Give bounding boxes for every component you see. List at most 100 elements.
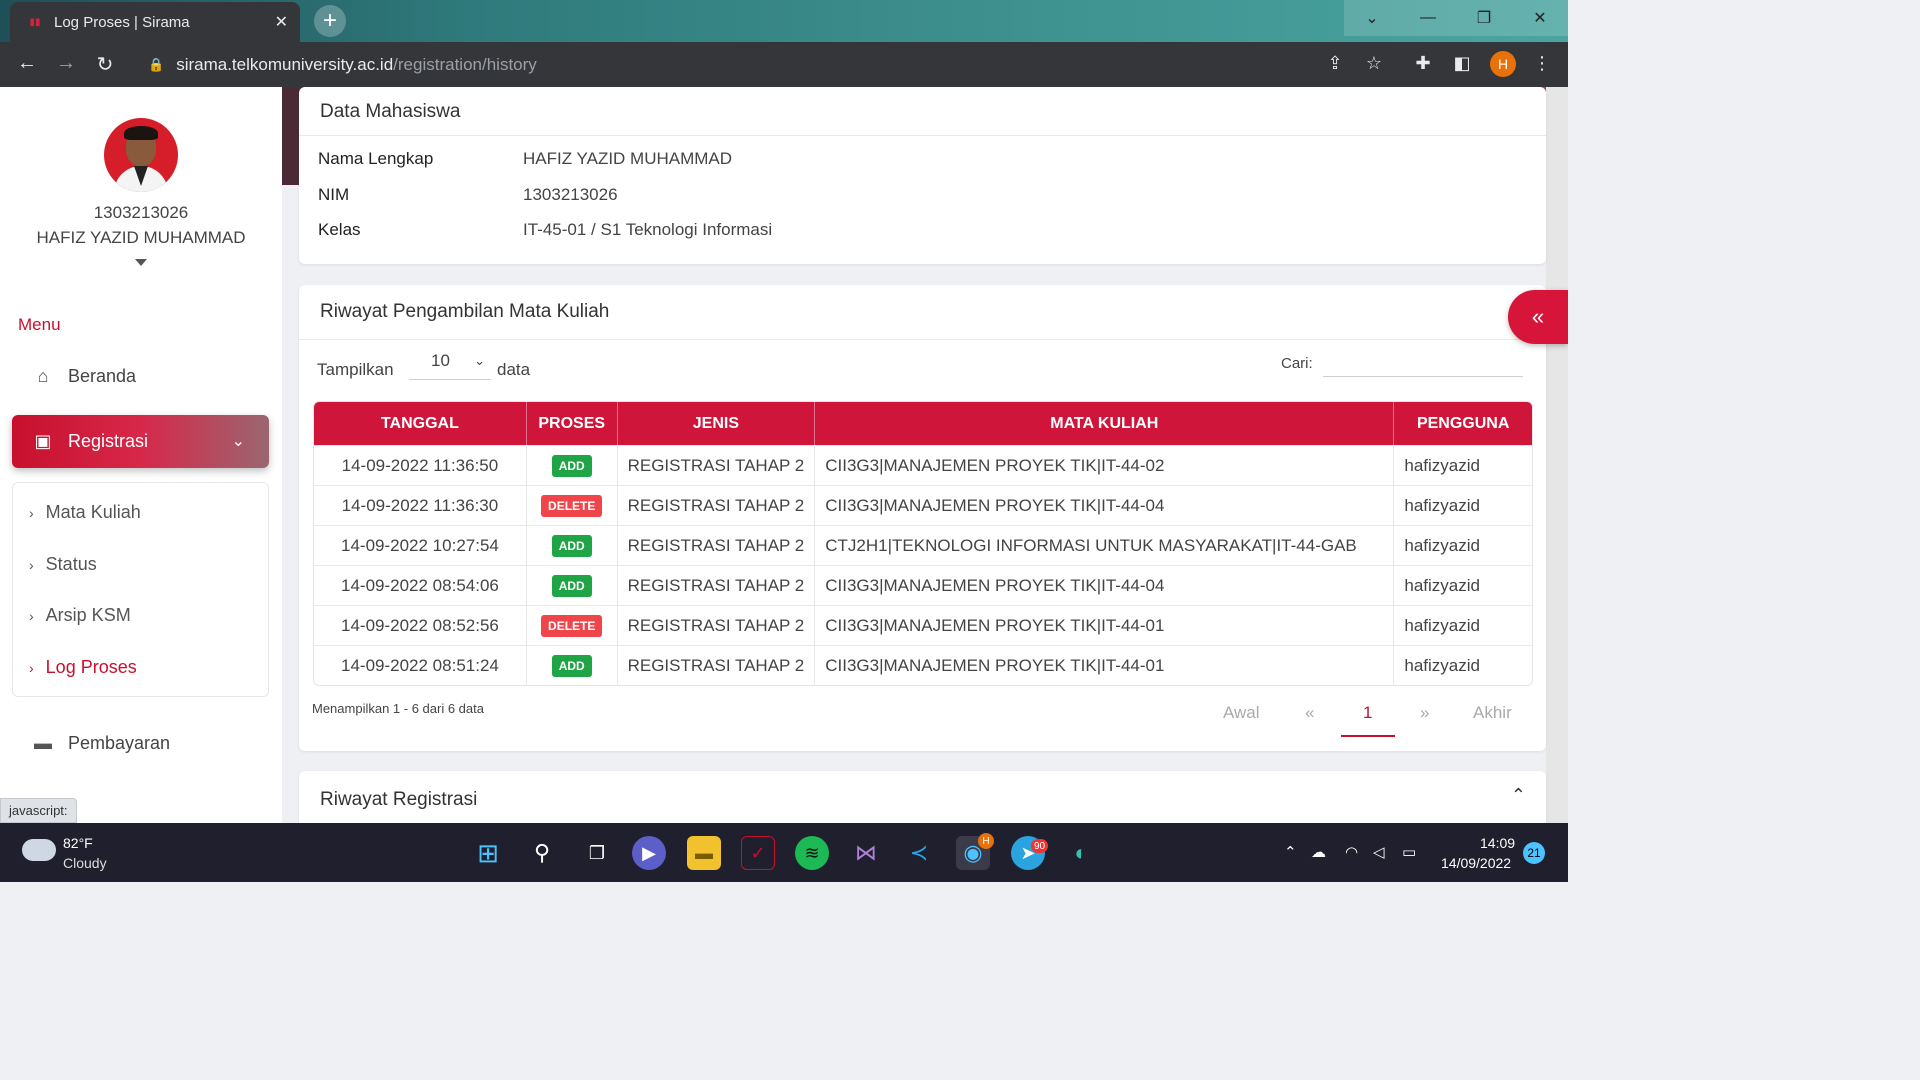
pagination-last[interactable]: Akhir bbox=[1473, 703, 1512, 723]
new-tab-button[interactable]: + bbox=[314, 5, 346, 37]
table-row: 14-09-2022 08:54:06 ADD REGISTRASI TAHAP… bbox=[314, 565, 1532, 605]
telegram-unread-badge: 90 bbox=[1031, 839, 1049, 853]
submenu-item-log-proses[interactable]: › Log Proses bbox=[29, 657, 137, 678]
visual-studio-icon[interactable]: ⋈ bbox=[849, 836, 883, 870]
search-input[interactable] bbox=[1323, 349, 1523, 377]
share-icon[interactable]: ⇪ bbox=[1323, 53, 1347, 74]
cell-user: hafizyazid bbox=[1394, 645, 1532, 685]
bookmark-star-icon[interactable]: ☆ bbox=[1362, 53, 1386, 74]
table-info: Menampilkan 1 - 6 dari 6 data bbox=[312, 701, 484, 716]
cell-type: REGISTRASI TAHAP 2 bbox=[617, 445, 816, 485]
edge-icon[interactable]: ◐ bbox=[1064, 836, 1098, 870]
volume-icon[interactable]: ◁ bbox=[1373, 843, 1385, 861]
page-scrollbar[interactable] bbox=[1546, 87, 1568, 823]
extensions-icon[interactable]: ✚ bbox=[1411, 53, 1435, 74]
column-header-jenis[interactable]: JENIS bbox=[617, 402, 816, 445]
registration-history-card: Riwayat Registrasi ⌃ bbox=[299, 771, 1546, 823]
teams-chat-icon[interactable]: ▶ bbox=[632, 836, 666, 870]
submenu-item-label: Status bbox=[45, 554, 97, 574]
vscode-icon[interactable]: ≺ bbox=[902, 836, 936, 870]
column-header-proses[interactable]: PROSES bbox=[526, 402, 618, 445]
pagination-page-1[interactable]: 1 bbox=[1363, 703, 1372, 723]
home-icon: ⌂ bbox=[37, 365, 49, 386]
back-icon[interactable]: ← bbox=[15, 52, 39, 75]
caret-down-icon[interactable] bbox=[135, 259, 147, 266]
tab-search-icon[interactable]: ⌄ bbox=[1344, 0, 1400, 36]
page-size-value: 10 bbox=[431, 351, 450, 370]
spotify-icon[interactable]: ≋ bbox=[795, 836, 829, 870]
forward-icon[interactable]: → bbox=[54, 52, 78, 75]
weather-temperature[interactable]: 82°F bbox=[63, 835, 93, 851]
url-path: /registration/history bbox=[393, 54, 537, 74]
search-icon[interactable]: ⚲ bbox=[525, 836, 559, 870]
battery-icon[interactable]: ▭ bbox=[1402, 843, 1416, 861]
chevron-up-icon[interactable]: ⌃ bbox=[1284, 843, 1297, 861]
show-label: Tampilkan bbox=[317, 360, 394, 379]
pagination-prev[interactable]: « bbox=[1305, 703, 1314, 723]
side-panel-icon[interactable]: ◧ bbox=[1450, 53, 1474, 74]
status-badge: ADD bbox=[551, 654, 592, 677]
app-icon[interactable]: ✓ bbox=[741, 836, 775, 870]
cell-type: REGISTRASI TAHAP 2 bbox=[617, 485, 816, 525]
label-nama-lengkap: Nama Lengkap bbox=[318, 149, 434, 168]
sidebar-item-pembayaran[interactable]: ▬ Pembayaran bbox=[32, 728, 170, 758]
clock-date[interactable]: 14/09/2022 bbox=[1441, 855, 1511, 871]
lock-icon: 🔒 bbox=[148, 56, 165, 72]
pagination-next[interactable]: » bbox=[1420, 703, 1429, 723]
sidebar-item-beranda[interactable]: ⌂ Beranda bbox=[32, 361, 137, 391]
registration-icon: ▣ bbox=[34, 431, 52, 451]
close-tab-icon[interactable]: ✕ bbox=[275, 12, 288, 32]
weather-description[interactable]: Cloudy bbox=[63, 855, 107, 871]
task-view-icon[interactable]: ❐ bbox=[580, 836, 614, 870]
chevron-right-icon: › bbox=[29, 556, 34, 573]
submenu-item-arsip-ksm[interactable]: › Arsip KSM bbox=[29, 605, 131, 626]
column-header-mata-kuliah[interactable]: MATA KULIAH bbox=[815, 402, 1395, 445]
column-header-tanggal[interactable]: TANGGAL bbox=[314, 402, 527, 445]
file-explorer-icon[interactable]: ▬ bbox=[687, 836, 721, 870]
chrome-profile-badge: H bbox=[978, 833, 994, 849]
profile-avatar[interactable]: H bbox=[1490, 51, 1516, 77]
restore-button[interactable]: ❐ bbox=[1456, 0, 1512, 36]
windows-start-icon[interactable]: ⊞ bbox=[471, 836, 505, 870]
sidebar-item-registrasi[interactable]: ▣ Registrasi ⌄ bbox=[12, 415, 269, 468]
status-badge: ADD bbox=[551, 534, 592, 557]
submenu-item-status[interactable]: › Status bbox=[29, 554, 97, 575]
cell-type: REGISTRASI TAHAP 2 bbox=[617, 525, 816, 565]
column-header-pengguna[interactable]: PENGGUNA bbox=[1394, 402, 1532, 445]
value-nim: 1303213026 bbox=[523, 185, 618, 204]
submenu-item-label: Arsip KSM bbox=[45, 605, 131, 625]
pagination-first[interactable]: Awal bbox=[1223, 703, 1260, 723]
address-bar[interactable]: 🔒 sirama.telkomuniversity.ac.id/registra… bbox=[134, 48, 1304, 81]
clock-time[interactable]: 14:09 bbox=[1480, 835, 1515, 851]
notification-badge[interactable]: 21 bbox=[1523, 842, 1545, 864]
taskbar: 82°F Cloudy ⊞ ⚲ ❐ ▶ ▬ ✓ ≋ ⋈ ≺ ◉ H ➤ 90 ◐… bbox=[0, 823, 1568, 882]
browser-tab[interactable]: ▮▮ Log Proses | Sirama ✕ bbox=[10, 2, 300, 42]
close-window-button[interactable]: ✕ bbox=[1512, 0, 1568, 36]
cell-date: 14-09-2022 11:36:30 bbox=[314, 485, 527, 525]
onedrive-icon[interactable]: ☁ bbox=[1311, 843, 1326, 861]
collapse-panel-button[interactable]: « bbox=[1508, 290, 1568, 344]
sidebar: 1303213026 HAFIZ YAZID MUHAMMAD Menu ⌂ B… bbox=[0, 87, 282, 823]
cell-user: hafizyazid bbox=[1394, 605, 1532, 645]
sidebar-nim: 1303213026 bbox=[93, 203, 189, 222]
cell-process: DELETE bbox=[526, 605, 618, 645]
cell-process: ADD bbox=[526, 525, 618, 565]
cell-process: ADD bbox=[526, 645, 618, 685]
cell-course: CII3G3|MANAJEMEN PROYEK TIK|IT-44-04 bbox=[815, 565, 1395, 605]
card-title: Data Mahasiswa bbox=[320, 101, 461, 122]
cell-user: hafizyazid bbox=[1394, 525, 1532, 565]
tab-title: Log Proses | Sirama bbox=[54, 13, 190, 31]
sidebar-item-label: Registrasi bbox=[68, 431, 149, 451]
menu-icon[interactable]: ⋮ bbox=[1530, 53, 1554, 74]
submenu-item-mata-kuliah[interactable]: › Mata Kuliah bbox=[29, 502, 141, 523]
cell-user: hafizyazid bbox=[1394, 565, 1532, 605]
student-avatar[interactable] bbox=[104, 118, 178, 192]
page-size-select[interactable]: 10 ⌄ bbox=[409, 343, 491, 380]
table-row: 14-09-2022 10:27:54 ADD REGISTRASI TAHAP… bbox=[314, 525, 1532, 565]
minimize-button[interactable]: — bbox=[1400, 0, 1456, 36]
reload-icon[interactable]: ↻ bbox=[93, 52, 117, 77]
status-badge: DELETE bbox=[541, 614, 603, 637]
chevron-up-icon[interactable]: ⌃ bbox=[1511, 785, 1526, 806]
cloud-icon[interactable] bbox=[22, 839, 56, 861]
wifi-icon[interactable]: ◠ bbox=[1345, 843, 1358, 861]
